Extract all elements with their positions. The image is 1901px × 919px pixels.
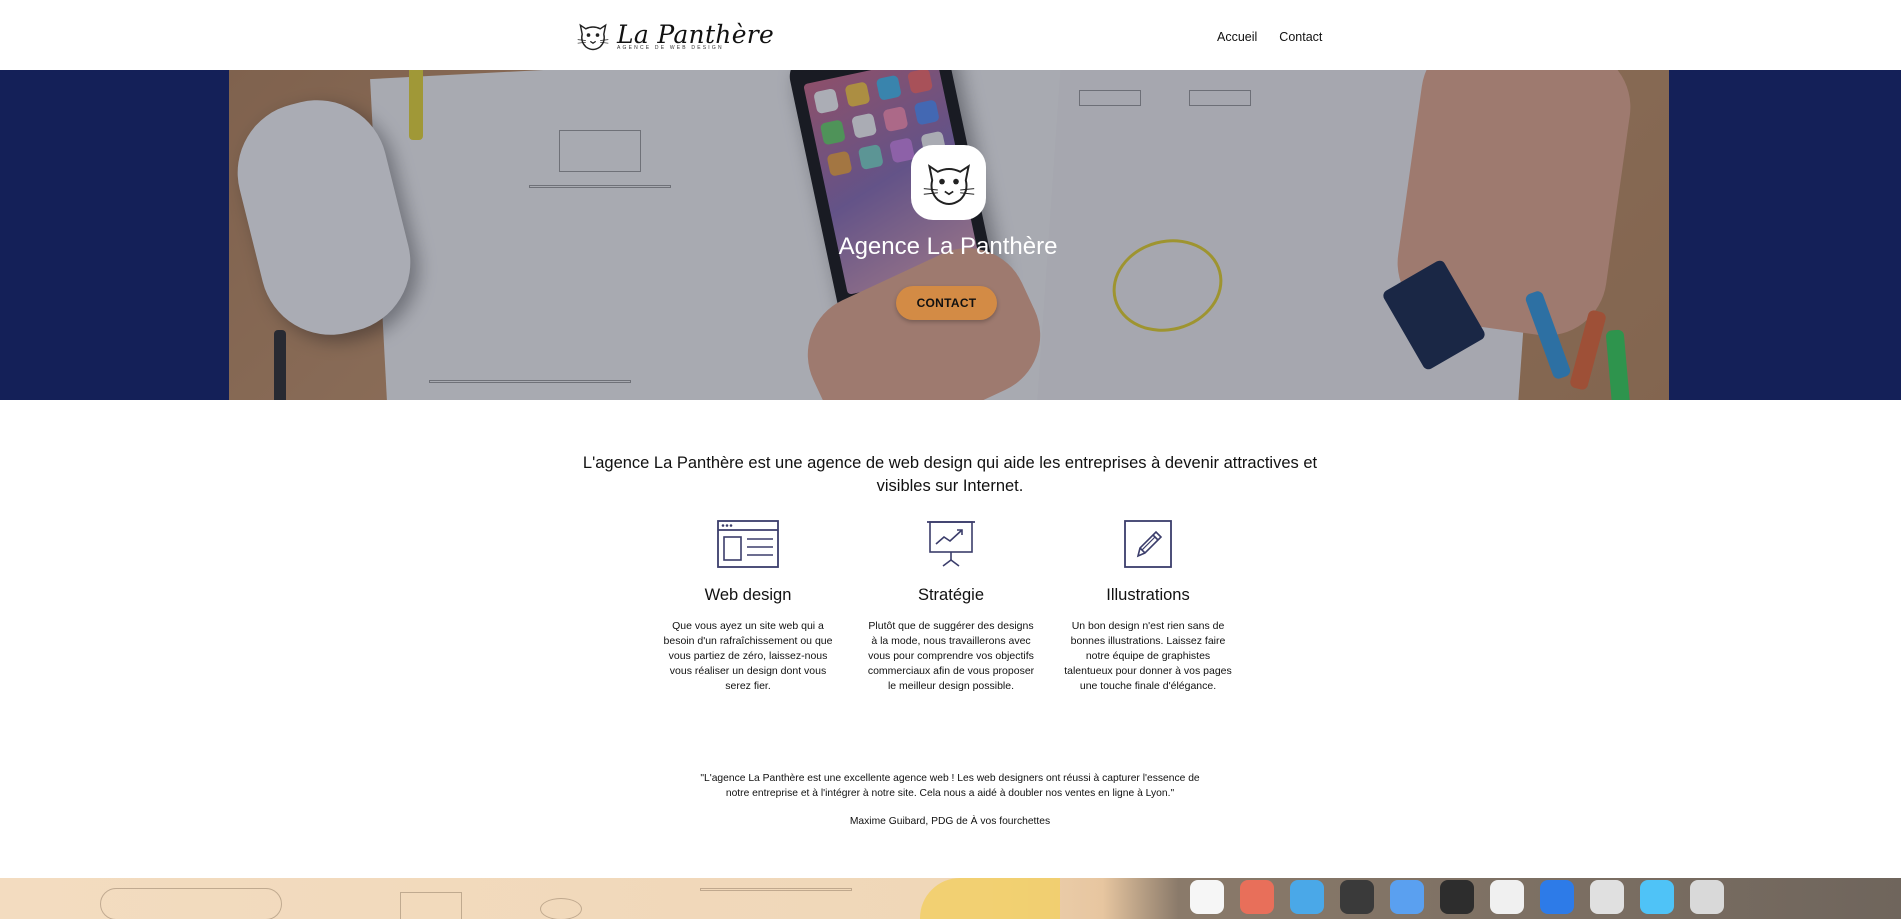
- app-tile: [1390, 880, 1424, 914]
- brand-logo[interactable]: La Panthère AGENCE DE WEB DESIGN: [575, 16, 774, 56]
- sketch-line: [100, 888, 282, 919]
- app-tile: [1640, 880, 1674, 914]
- app-tile: [1240, 880, 1274, 914]
- yellow-pencil: [920, 878, 1060, 919]
- app-tile: [1590, 880, 1624, 914]
- panther-logo-icon: [577, 23, 609, 51]
- app-tile: [1190, 880, 1224, 914]
- presentation-chart-icon: [927, 521, 975, 567]
- service-title: Web design: [704, 586, 792, 604]
- app-tile: [1340, 880, 1374, 914]
- intro-text: L'agence La Panthère est une agence de w…: [582, 454, 1318, 495]
- app-tile: [1290, 880, 1324, 914]
- sketch-line: [540, 898, 582, 919]
- nav-link-contact[interactable]: Contact: [1279, 30, 1322, 44]
- service-description: Plutôt que de suggérer des designs à la …: [867, 620, 1035, 692]
- app-tile: [1440, 880, 1474, 914]
- app-tile: [1690, 880, 1724, 914]
- service-strategie: Stratégie Plutôt que de suggérer des des…: [861, 520, 1041, 694]
- sketch-line: [700, 888, 852, 891]
- service-web-design: Web design Que vous ayez un site web qui…: [658, 520, 838, 694]
- sketch-line: [400, 892, 462, 919]
- hero-title: Agence La Panthère: [838, 233, 1058, 260]
- browser-layout-icon: [717, 520, 779, 568]
- footer-image-band: [0, 878, 1901, 919]
- service-description: Un bon design n'est rien sans de bonnes …: [1064, 620, 1232, 692]
- testimonial-quote: "L'agence La Panthère est une excellente…: [700, 773, 1200, 799]
- panther-head-icon: [923, 163, 974, 205]
- nav-link-accueil[interactable]: Accueil: [1217, 30, 1257, 44]
- hero-logo-badge: [911, 145, 986, 220]
- site-header: La Panthère AGENCE DE WEB DESIGN Accueil…: [0, 0, 1901, 70]
- service-title: Stratégie: [917, 586, 985, 604]
- service-illustrations: Illustrations Un bon design n'est rien s…: [1058, 520, 1238, 694]
- testimonial-author: Maxime Guibard, PDG de À vos fourchettes: [849, 816, 1051, 827]
- pencil-edit-icon: [1124, 520, 1172, 568]
- app-tile: [1540, 880, 1574, 914]
- main-nav: Accueil Contact: [1217, 30, 1322, 44]
- brand-tagline: AGENCE DE WEB DESIGN: [617, 44, 724, 51]
- service-description: Que vous ayez un site web qui a besoin d…: [663, 620, 833, 692]
- contact-button[interactable]: CONTACT: [896, 286, 997, 320]
- app-tile: [1490, 880, 1524, 914]
- service-title: Illustrations: [1106, 586, 1190, 604]
- brand-name: La Panthère: [617, 19, 775, 49]
